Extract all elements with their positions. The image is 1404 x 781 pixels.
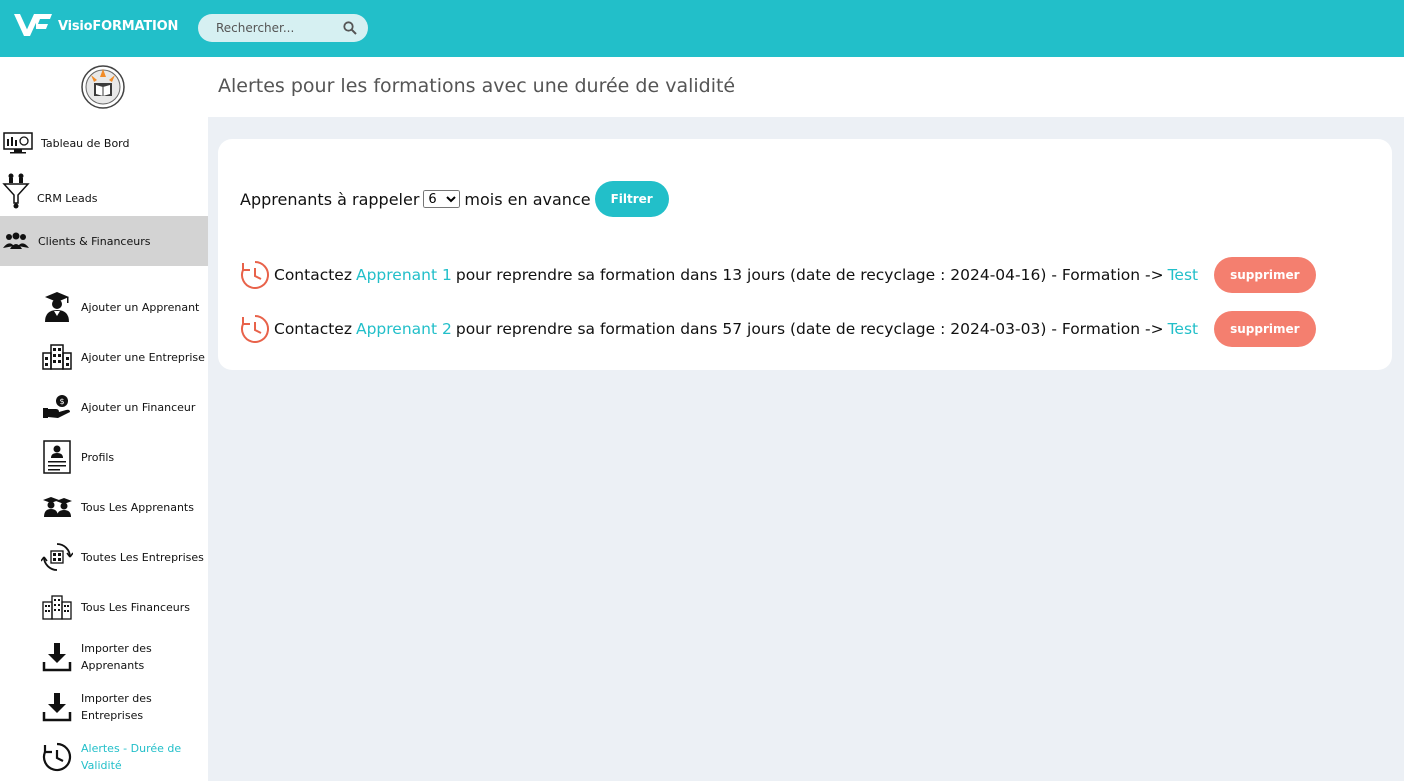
search-box xyxy=(198,14,368,42)
learner-link[interactable]: Apprenant 1 xyxy=(356,266,452,284)
dashboard-monitor-icon xyxy=(2,127,34,159)
formation-link[interactable]: Test xyxy=(1168,320,1199,338)
brand-logo[interactable]: VisioFORMATION xyxy=(12,12,178,40)
alert-message: pour reprendre sa formation dans 13 jour… xyxy=(455,266,1164,284)
filter-row: Apprenants à rappeler 6 mois en avance F… xyxy=(240,181,669,217)
sidebar-subitem-ajouter-entreprise[interactable]: Ajouter une Entreprise xyxy=(40,340,208,374)
sidebar-subitem-toutes-entreprises[interactable]: Toutes Les Entreprises xyxy=(40,540,208,574)
sidebar-subitem-label: Ajouter un Financeur xyxy=(81,400,196,414)
clock-icon xyxy=(40,740,74,774)
filter-prefix-label: Apprenants à rappeler xyxy=(240,189,420,209)
page-title: Alertes pour les formations avec une dur… xyxy=(218,75,736,97)
users-group-icon xyxy=(0,225,32,257)
buildings-icon xyxy=(40,590,74,624)
brand-name: VisioFORMATION xyxy=(58,18,179,34)
sidebar-item-crm-leads[interactable]: CRM Leads xyxy=(0,173,208,209)
sidebar-subitem-label: Tous Les Financeurs xyxy=(81,600,191,614)
sidebar-subitem-label: Toutes Les Entreprises xyxy=(81,550,204,564)
sidebar-subitem-tous-apprenants[interactable]: Tous Les Apprenants xyxy=(40,490,208,524)
search-input[interactable] xyxy=(216,20,336,36)
search-icon[interactable] xyxy=(343,21,357,35)
hand-money-icon: $ xyxy=(40,390,74,424)
alert-prefix: Contactez xyxy=(274,320,352,338)
alerts-card: Apprenants à rappeler 6 mois en avance F… xyxy=(218,139,1392,370)
sidebar-subitem-alertes-validite[interactable]: Alertes - Durée de Validité xyxy=(40,740,208,774)
sidebar-subitem-ajouter-apprenant[interactable]: Ajouter un Apprenant xyxy=(40,290,208,324)
download-icon xyxy=(40,640,74,674)
sidebar-subitem-label: Alertes - Durée de Validité xyxy=(81,742,182,772)
filter-button[interactable]: Filtrer xyxy=(594,181,669,217)
delete-button[interactable]: supprimer xyxy=(1214,257,1316,293)
sidebar-subitem-label: Tous Les Apprenants xyxy=(81,500,194,514)
learner-link[interactable]: Apprenant 2 xyxy=(356,320,452,338)
top-bar: VisioFORMATION xyxy=(0,0,1404,57)
sidebar-subitem-tous-financeurs[interactable]: Tous Les Financeurs xyxy=(40,590,208,624)
sidebar-item-clients-financeurs[interactable]: Clients & Financeurs xyxy=(0,216,208,266)
alert-prefix: Contactez xyxy=(274,266,352,284)
organization-avatar xyxy=(81,65,125,109)
sidebar: Tableau de Bord CRM Leads Clients & Fina… xyxy=(0,57,208,781)
sidebar-subitem-label: Profils xyxy=(81,450,115,464)
alert-clock-icon xyxy=(241,315,269,343)
alert-message: pour reprendre sa formation dans 57 jour… xyxy=(455,320,1164,338)
alert-clock-icon xyxy=(241,261,269,289)
graduates-icon xyxy=(40,490,74,524)
sidebar-item-label: Tableau de Bord xyxy=(41,136,130,150)
download-icon xyxy=(40,690,74,724)
sidebar-subitem-label: Ajouter une Entreprise xyxy=(81,350,205,364)
delete-button[interactable]: supprimer xyxy=(1214,311,1316,347)
alert-row: Contactez Apprenant 1 pour reprendre sa … xyxy=(240,257,1316,293)
building-icon xyxy=(40,340,74,374)
sidebar-subitem-importer-apprenants[interactable]: Importer des Apprenants xyxy=(40,640,208,674)
months-select[interactable]: 6 xyxy=(423,190,461,208)
sidebar-item-label: Clients & Financeurs xyxy=(38,234,151,248)
graduate-icon xyxy=(40,290,74,324)
sidebar-item-dashboard[interactable]: Tableau de Bord xyxy=(0,127,208,159)
sidebar-subitem-profils[interactable]: Profils xyxy=(40,440,208,474)
company-cycle-icon xyxy=(40,540,74,574)
sidebar-subitem-ajouter-financeur[interactable]: $ Ajouter un Financeur xyxy=(40,390,208,424)
sidebar-subitem-label: Importer des Apprenants xyxy=(81,642,152,672)
formation-link[interactable]: Test xyxy=(1168,266,1199,284)
svg-text:$: $ xyxy=(60,397,65,406)
alert-row: Contactez Apprenant 2 pour reprendre sa … xyxy=(240,311,1316,347)
logo-icon xyxy=(14,14,52,36)
sidebar-subitem-importer-entreprises[interactable]: Importer des Entreprises xyxy=(40,690,208,724)
profile-card-icon xyxy=(40,440,74,474)
sidebar-subitem-label: Ajouter un Apprenant xyxy=(81,300,200,314)
filter-suffix-label: mois en avance xyxy=(464,189,591,209)
page-header: Alertes pour les formations avec une dur… xyxy=(208,57,1404,117)
sidebar-item-label: CRM Leads xyxy=(37,192,98,205)
funnel-icon xyxy=(0,173,32,209)
sidebar-subitem-label: Importer des Entreprises xyxy=(81,692,152,722)
